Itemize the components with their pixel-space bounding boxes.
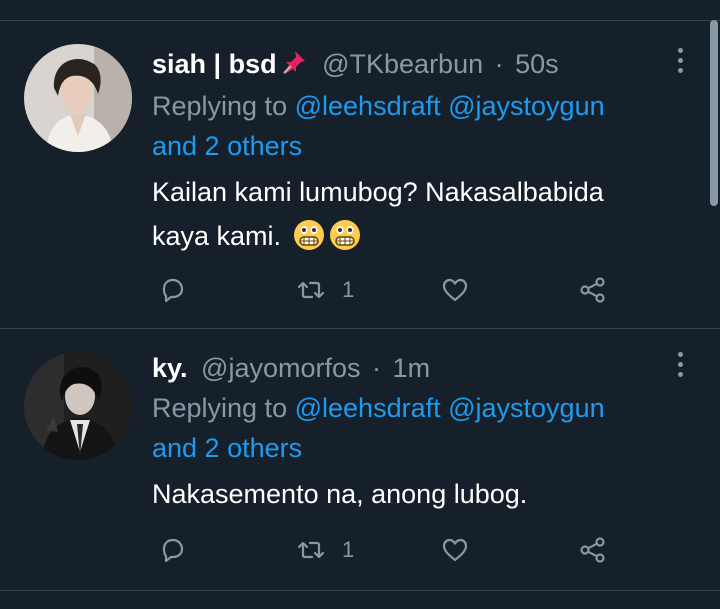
- avatar[interactable]: [24, 352, 132, 460]
- display-name[interactable]: siah | bsd: [152, 49, 277, 79]
- separator-dot: ·: [494, 49, 504, 79]
- display-name[interactable]: ky.: [152, 353, 188, 383]
- reply-icon: [162, 278, 184, 303]
- like-button[interactable]: [440, 530, 470, 570]
- pushpin-icon: [282, 51, 305, 74]
- retweet-icon: [297, 541, 325, 559]
- reply-user-link[interactable]: @jaystoygun: [448, 91, 605, 121]
- tweet-text-line: kaya kami.: [152, 221, 282, 251]
- reply-button[interactable]: [158, 270, 188, 310]
- tweet-actions: 1: [152, 530, 632, 570]
- retweet-count: 1: [342, 277, 355, 302]
- more-options-icon[interactable]: [672, 48, 688, 78]
- replying-label: Replying to: [152, 91, 288, 121]
- share-icon: [580, 277, 605, 303]
- reply-user-link[interactable]: @leehsdraft: [295, 393, 441, 423]
- separator-dot: ·: [372, 353, 382, 383]
- share-icon: [580, 537, 605, 563]
- tweet-text-line-with-emoji: kaya kami.: [152, 214, 604, 258]
- retweet-button[interactable]: 1: [296, 270, 354, 310]
- replying-to: Replying to @leehsdraft @jaystoygun and …: [152, 86, 605, 166]
- tweet-text: Kailan kami lumubog? Nakasalbabida kaya …: [152, 170, 604, 258]
- avatar[interactable]: [24, 44, 132, 152]
- tweet-text-line: Kailan kami lumubog? Nakasalbabida: [152, 177, 604, 207]
- reply-others-link[interactable]: and 2 others: [152, 126, 605, 166]
- avatar-image: [24, 352, 132, 460]
- bottom-divider: [0, 590, 720, 591]
- retweet-icon: [297, 281, 325, 299]
- top-divider: [0, 20, 720, 21]
- replying-to: Replying to @leehsdraft @jaystoygun and …: [152, 388, 605, 468]
- tweet-header: siah | bsd @TKbearbun · 50s: [152, 46, 559, 82]
- reply-others-link[interactable]: and 2 others: [152, 428, 605, 468]
- reply-icon: [162, 538, 184, 563]
- share-button[interactable]: [578, 270, 608, 310]
- timestamp[interactable]: 1m: [393, 353, 431, 383]
- timestamp[interactable]: 50s: [515, 49, 559, 79]
- tweet-header: ky. @jayomorfos · 1m: [152, 350, 430, 386]
- share-button[interactable]: [578, 530, 608, 570]
- tweet-text-line: Nakasemento na, anong lubog.: [152, 479, 528, 509]
- heart-icon: [442, 278, 468, 302]
- grimacing-face-icon: [294, 220, 325, 250]
- tweet-divider: [0, 328, 720, 329]
- reply-button[interactable]: [158, 530, 188, 570]
- scrollbar[interactable]: [710, 20, 718, 206]
- grimacing-face-icon: [330, 220, 361, 250]
- more-options-icon[interactable]: [672, 352, 688, 382]
- reply-user-link[interactable]: @leehsdraft: [295, 91, 441, 121]
- replying-label: Replying to: [152, 393, 288, 423]
- avatar-image: [24, 44, 132, 152]
- handle[interactable]: @jayomorfos: [201, 353, 360, 383]
- handle[interactable]: @TKbearbun: [322, 49, 483, 79]
- reply-user-link[interactable]: @jaystoygun: [448, 393, 605, 423]
- retweet-count: 1: [342, 537, 355, 562]
- tweet-text: Nakasemento na, anong lubog.: [152, 472, 527, 516]
- retweet-button[interactable]: 1: [296, 530, 354, 570]
- like-button[interactable]: [440, 270, 470, 310]
- heart-icon: [442, 538, 468, 562]
- tweet-actions: 1: [152, 270, 632, 310]
